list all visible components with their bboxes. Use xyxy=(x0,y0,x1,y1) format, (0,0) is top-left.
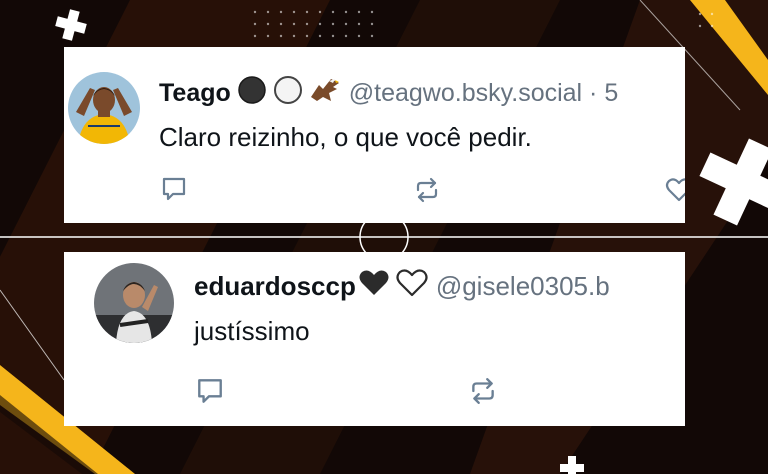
repost-icon[interactable] xyxy=(468,376,498,411)
eagle-icon xyxy=(309,75,341,112)
white-heart-icon xyxy=(396,268,428,305)
avatar[interactable] xyxy=(68,72,140,144)
like-icon[interactable] xyxy=(665,176,685,209)
post-card[interactable]: Teago @teagwo.bsky.social · 5 Claro reiz… xyxy=(64,47,685,223)
user-handle[interactable]: @gisele0305.b xyxy=(436,271,610,302)
post-text: Claro reizinho, o que você pedir. xyxy=(159,122,532,152)
display-name[interactable]: Teago xyxy=(159,79,231,108)
reply-icon[interactable] xyxy=(160,175,188,208)
post-text: justíssimo xyxy=(194,316,310,346)
black-circle-icon xyxy=(237,75,267,112)
post-card[interactable]: eduardosccp @gisele0305.b justíssimo xyxy=(64,252,685,426)
avatar[interactable] xyxy=(94,263,174,343)
user-handle[interactable]: @teagwo.bsky.social · 5 xyxy=(349,79,618,108)
reply-icon[interactable] xyxy=(195,376,225,411)
repost-icon[interactable] xyxy=(413,176,441,209)
white-circle-icon xyxy=(273,75,303,112)
black-heart-icon xyxy=(358,268,390,305)
display-name[interactable]: eduardosccp xyxy=(194,271,356,302)
